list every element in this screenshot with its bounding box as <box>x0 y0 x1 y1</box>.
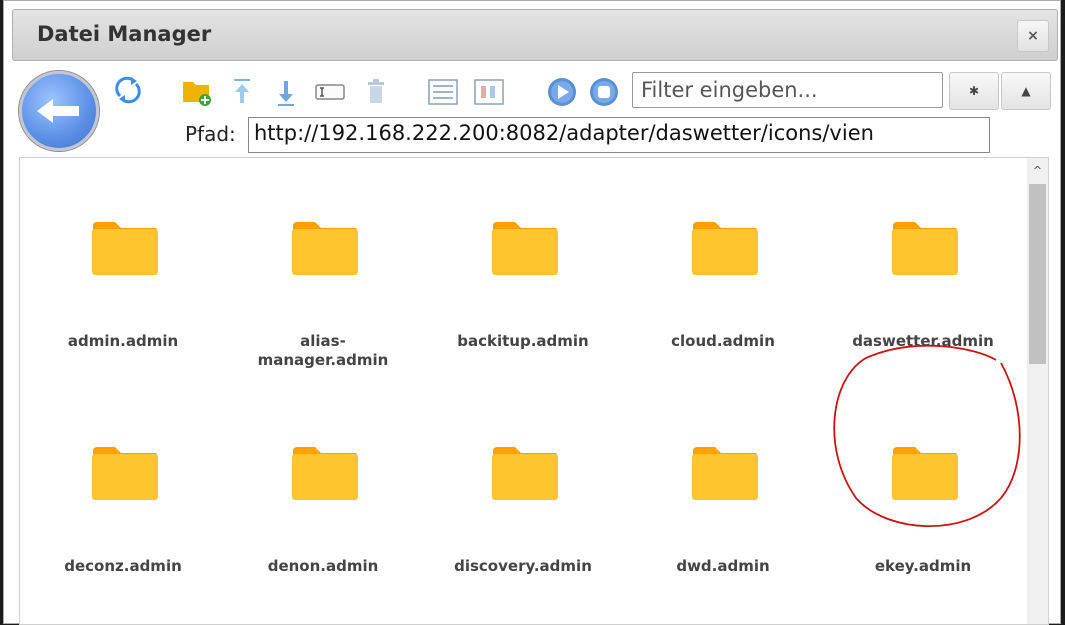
folder-icon <box>892 447 958 500</box>
file-name: denon.admin <box>267 557 379 575</box>
file-item[interactable]: denon.admin <box>233 445 413 615</box>
file-list: admin.admin alias- manager.admin backitup.… <box>19 157 1049 625</box>
path-label: Pfad: <box>185 122 236 146</box>
scrollbar-thumb[interactable] <box>1029 184 1046 364</box>
path-input[interactable]: http://192.168.222.200:8082/adapter/dasw… <box>248 117 990 153</box>
folder-icon <box>92 447 158 500</box>
file-item[interactable]: daswetter.admin <box>833 220 1013 390</box>
file-item[interactable]: deconz.admin <box>33 445 213 615</box>
delete-button[interactable] <box>359 75 393 109</box>
file-name: deconz.admin <box>64 557 182 575</box>
arrow-left-icon <box>37 99 79 123</box>
file-name: alias- manager.admin <box>257 332 389 369</box>
file-name: backitup.admin <box>457 332 589 350</box>
file-name: cloud.admin <box>671 332 775 350</box>
list-view-button[interactable] <box>426 75 460 109</box>
file-item[interactable]: ekey.admin <box>833 445 1013 615</box>
play-button[interactable] <box>545 75 579 109</box>
warning-icon: ▲ <box>1021 84 1031 98</box>
close-icon: × <box>1027 28 1039 44</box>
folder-icon <box>692 447 758 500</box>
table-view-icon <box>474 79 504 105</box>
folder-icon <box>692 222 758 275</box>
play-icon <box>548 78 576 106</box>
upload-icon <box>234 79 250 103</box>
folder-icon <box>892 222 958 275</box>
filter-input[interactable] <box>632 72 943 108</box>
title-bar: Datei Manager × <box>12 9 1058 61</box>
folder-icon <box>492 447 558 500</box>
gear-icon: ✱ <box>968 84 980 98</box>
folder-icon <box>292 222 358 275</box>
file-item[interactable]: cloud.admin <box>633 220 813 390</box>
file-name: admin.admin <box>67 332 179 350</box>
file-item[interactable]: backitup.admin <box>433 220 613 390</box>
table-view-button[interactable] <box>472 75 506 109</box>
folder-icon <box>92 222 158 275</box>
file-name: discovery.admin <box>454 557 592 575</box>
list-view-icon <box>428 79 458 105</box>
back-button[interactable] <box>19 71 99 151</box>
file-grid: admin.admin alias- manager.admin backitup.… <box>20 158 1025 624</box>
scroll-up-button[interactable]: ^ <box>1027 158 1048 182</box>
upload-button[interactable] <box>225 75 259 109</box>
folder-icon <box>492 222 558 275</box>
stop-icon <box>590 78 618 106</box>
refresh-icon <box>115 76 141 104</box>
chevron-up-icon: ^ <box>1032 163 1043 177</box>
warning-button[interactable]: ▲ <box>1001 72 1051 110</box>
new-folder-icon <box>183 82 211 106</box>
new-folder-button[interactable] <box>180 75 214 109</box>
file-item[interactable]: admin.admin <box>33 220 213 390</box>
dialog-title: Datei Manager <box>37 22 212 46</box>
trash-icon <box>368 79 384 103</box>
file-item[interactable]: discovery.admin <box>433 445 613 615</box>
folder-icon <box>292 447 358 500</box>
file-item[interactable]: alias- manager.admin <box>233 220 413 390</box>
settings-button[interactable]: ✱ <box>949 72 999 110</box>
file-name: dwd.admin <box>676 557 770 575</box>
rename-button[interactable] <box>313 75 347 109</box>
rename-icon <box>315 84 345 100</box>
file-manager-dialog: Datei Manager × Filter eingeben... ✱ ▲ P… <box>3 0 1061 625</box>
download-icon <box>278 81 294 106</box>
download-button[interactable] <box>269 75 303 109</box>
file-name: ekey.admin <box>874 557 972 575</box>
stop-button[interactable] <box>587 75 621 109</box>
close-button[interactable]: × <box>1017 20 1049 52</box>
file-item[interactable]: dwd.admin <box>633 445 813 615</box>
file-name: daswetter.admin <box>852 332 994 350</box>
vertical-scrollbar[interactable]: ^ <box>1027 158 1048 624</box>
refresh-button[interactable] <box>111 73 145 107</box>
